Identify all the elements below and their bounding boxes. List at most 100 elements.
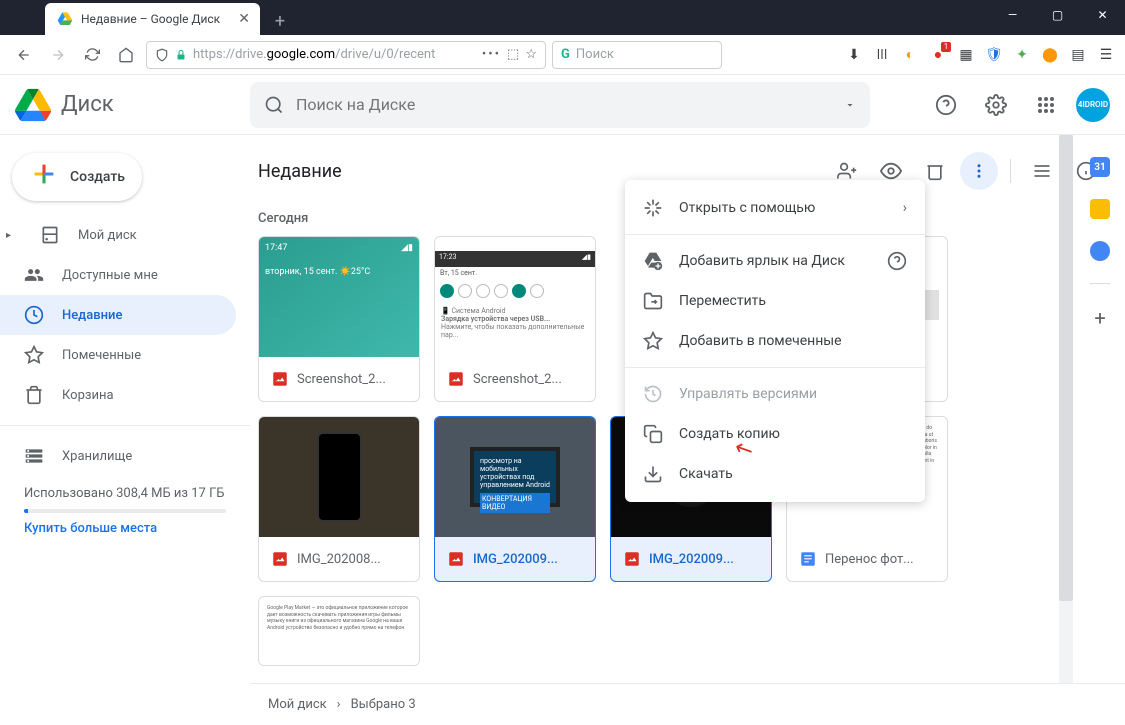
help-button[interactable] (926, 85, 966, 125)
expand-icon[interactable]: ▸ (6, 230, 16, 241)
tasks-app-icon[interactable] (1090, 241, 1110, 261)
star-icon (24, 345, 44, 365)
add-app-icon[interactable]: + (1094, 306, 1105, 330)
file-name: IMG_202009... (473, 552, 558, 567)
window-close-button[interactable]: ✕ (1080, 0, 1125, 30)
clock-icon (24, 305, 44, 325)
ctx-open-with[interactable]: Открыть с помощью › (625, 188, 925, 228)
forward-button[interactable] (44, 41, 72, 69)
url-more-icon[interactable]: ••• (482, 47, 501, 62)
ext-icon-6[interactable]: ⬤ (1041, 46, 1059, 64)
ctx-move[interactable]: Переместить (625, 281, 925, 321)
browser-menu-icon[interactable]: ☰ (1097, 46, 1115, 64)
keep-app-icon[interactable] (1090, 199, 1110, 219)
file-card[interactable]: Google Play Market — это официальное при… (258, 596, 420, 666)
breadcrumb-selection: Выбрано 3 (351, 697, 416, 712)
extension-icons: ⬇ Ⲽ ◐ ●1 ▦ 🛡 ✦ ⬤ ▤ ☰ (845, 46, 1115, 64)
view-toggle-button[interactable] (1023, 152, 1061, 190)
app-header: Диск 4IDROID (0, 75, 1125, 135)
download-icon (643, 464, 663, 484)
side-panel: 31 + (1075, 135, 1125, 330)
file-card[interactable]: IMG_202008... (258, 416, 420, 582)
bookmark-icon[interactable]: ☆ (525, 47, 537, 62)
help-icon[interactable] (887, 251, 907, 271)
app-logo[interactable]: Диск (15, 87, 250, 123)
calendar-app-icon[interactable]: 31 (1090, 157, 1110, 177)
browser-tab[interactable]: Недавние – Google Диск ✕ (45, 3, 260, 35)
browser-toolbar: https://drive.google.com/drive/u/0/recen… (0, 35, 1125, 75)
buy-storage-link[interactable]: Купить больше места (24, 521, 226, 536)
ctx-versions: Управлять версиями (625, 374, 925, 414)
ctx-copy[interactable]: Создать копию (625, 414, 925, 454)
sidebar-item-mydrive[interactable]: ▸ Мой диск (0, 215, 236, 255)
window-maximize-button[interactable]: ▢ (1035, 0, 1080, 30)
ext-icon-7[interactable]: ▤ (1069, 46, 1087, 64)
storage-icon (24, 446, 44, 466)
browser-chrome: Недавние – Google Диск ✕ + — ▢ ✕ https:/… (0, 0, 1125, 75)
search-icon (264, 95, 284, 115)
image-type-icon (623, 550, 641, 568)
people-icon (24, 265, 44, 285)
home-button[interactable] (112, 41, 140, 69)
page-title: Недавние (258, 161, 342, 182)
file-name: IMG_202009... (649, 552, 734, 567)
url-bar[interactable]: https://drive.google.com/drive/u/0/recen… (146, 41, 546, 69)
tab-title: Недавние – Google Диск (81, 12, 220, 26)
ext-icon-3[interactable]: ▦ (957, 46, 975, 64)
ext-icon-2[interactable]: ●1 (929, 46, 947, 64)
open-icon (643, 198, 663, 218)
image-type-icon (271, 550, 289, 568)
ctx-star[interactable]: Добавить в помеченные (625, 321, 925, 361)
file-name: Screenshot_2... (473, 372, 562, 387)
settings-button[interactable] (976, 85, 1016, 125)
storage-info: Использовано 308,4 МБ из 17 ГБ Купить бо… (0, 476, 250, 546)
file-card[interactable]: просмотр на мобильных устройствах под уп… (434, 416, 596, 582)
sidebar-item-recent[interactable]: Недавние (0, 295, 236, 335)
scroll-thumb[interactable] (1059, 135, 1073, 601)
search-dropdown-icon[interactable] (844, 99, 856, 111)
file-card[interactable]: 17:47◢▮ вторник, 15 сент. ☀️25°C Screens… (258, 236, 420, 402)
create-label: Создать (70, 169, 125, 185)
more-actions-button[interactable] (960, 152, 998, 190)
storage-bar (24, 509, 226, 513)
ext-icon-5[interactable]: ✦ (1013, 46, 1031, 64)
back-button[interactable] (10, 41, 38, 69)
ext-icon-1[interactable]: ◐ (901, 46, 919, 64)
file-thumbnail: 17:47◢▮ вторник, 15 сент. ☀️25°C (259, 237, 419, 357)
drive-icon (40, 225, 60, 245)
image-type-icon (447, 370, 465, 388)
reload-button[interactable] (78, 41, 106, 69)
new-tab-button[interactable]: + (266, 7, 294, 35)
sidebar-item-shared[interactable]: Доступные мне (0, 255, 236, 295)
scrollbar[interactable] (1059, 135, 1073, 683)
sidebar: Создать ▸ Мой диск Доступные мне Недавни… (0, 135, 250, 725)
chevron-right-icon: › (903, 200, 907, 216)
tab-close-icon[interactable]: ✕ (238, 11, 250, 27)
apps-button[interactable] (1026, 85, 1066, 125)
search-input[interactable] (296, 95, 832, 114)
image-type-icon (447, 550, 465, 568)
drive-add-icon (643, 251, 663, 271)
breadcrumb-root[interactable]: Мой диск (268, 697, 327, 712)
sidebar-item-starred[interactable]: Помеченные (0, 335, 236, 375)
file-thumbnail: Google Play Market — это официальное при… (259, 597, 419, 666)
avatar[interactable]: 4IDROID (1076, 88, 1110, 122)
ext-icon-4[interactable]: 🛡 (985, 46, 1003, 64)
sidebar-item-storage[interactable]: Хранилище (0, 436, 236, 476)
window-minimize-button[interactable]: — (990, 0, 1035, 30)
create-button[interactable]: Создать (12, 153, 142, 201)
ctx-add-shortcut[interactable]: Добавить ярлык на Диск (625, 241, 925, 281)
drive-search[interactable] (250, 82, 870, 128)
trash-icon (24, 385, 44, 405)
url-text: https://drive.google.com/drive/u/0/recen… (193, 47, 435, 62)
library-icon[interactable]: Ⲽ (873, 46, 891, 64)
chevron-right-icon: › (337, 697, 341, 712)
browser-search[interactable]: G Поиск (552, 41, 722, 69)
sidebar-item-trash[interactable]: Корзина (0, 375, 236, 415)
download-icon[interactable]: ⬇ (845, 46, 863, 64)
ctx-download[interactable]: Скачать (625, 454, 925, 494)
reader-icon[interactable]: ⬚ (507, 47, 519, 62)
file-name: Screenshot_2... (297, 372, 386, 387)
file-thumbnail: 17:23◢▮ Вт, 15 сент. 📱 Система AndroidЗа… (435, 237, 595, 357)
file-card[interactable]: 17:23◢▮ Вт, 15 сент. 📱 Система AndroidЗа… (434, 236, 596, 402)
